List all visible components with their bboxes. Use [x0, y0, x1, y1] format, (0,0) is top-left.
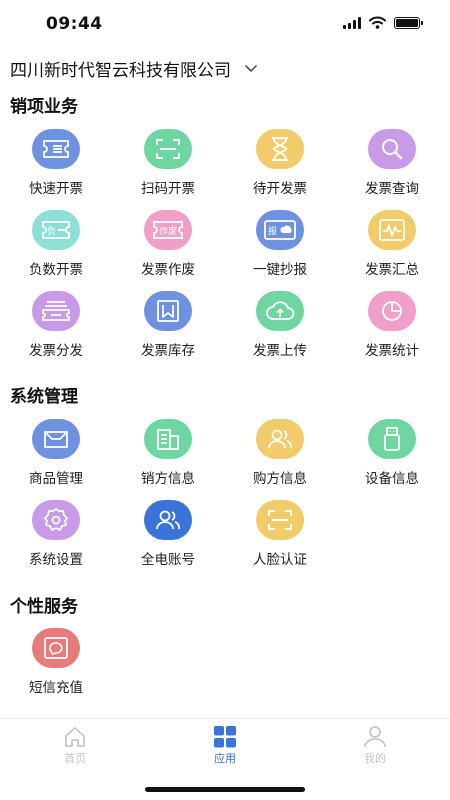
negative-invoice-icon: 负 — [32, 210, 80, 250]
app-item-label: 销方信息 — [141, 471, 195, 487]
app-item-buyer-info[interactable]: 购方信息 — [224, 419, 336, 489]
wifi-icon — [369, 16, 386, 29]
tab-profile[interactable]: 我的 — [335, 726, 415, 770]
profile-icon — [364, 726, 386, 748]
company-selector[interactable]: 四川新时代智云科技有限公司 — [10, 55, 259, 81]
home-icon — [65, 727, 85, 747]
app-item-invoice-summary[interactable]: 发票汇总 — [336, 210, 448, 280]
app-item-invoice-query[interactable]: 发票查询 — [336, 129, 448, 199]
buyers-icon — [256, 419, 304, 459]
app-item-label: 一键抄报 — [253, 262, 307, 278]
status-icons — [343, 16, 423, 29]
tabbar-divider — [0, 718, 450, 719]
status-time: 09:44 — [46, 14, 103, 34]
face-scan-icon — [256, 500, 304, 540]
building-icon — [144, 419, 192, 459]
app-item-label: 发票分发 — [29, 343, 83, 359]
app-item-invoice-statistics[interactable]: 发票统计 — [336, 291, 448, 361]
app-item-label: 发票统计 — [365, 343, 419, 359]
section-title-system: 系统管理 — [10, 387, 78, 407]
app-item-label: 快速开票 — [29, 181, 83, 197]
app-item-void-invoice[interactable]: 作废 发票作废 — [112, 210, 224, 280]
summary-chart-icon — [368, 210, 416, 250]
cellular-signal-icon — [343, 16, 361, 29]
quick-invoice-icon — [32, 129, 80, 169]
accounts-icon — [144, 500, 192, 540]
goods-box-icon — [32, 419, 80, 459]
usb-device-icon — [368, 419, 416, 459]
section-title-sales: 销项业务 — [10, 97, 78, 117]
home-indicator — [145, 787, 305, 792]
app-item-device-info[interactable]: 设备信息 — [336, 419, 448, 489]
app-item-label: 发票作废 — [141, 262, 195, 278]
app-item-invoice-upload[interactable]: 发票上传 — [224, 291, 336, 361]
app-item-goods-management[interactable]: 商品管理 — [0, 419, 112, 489]
section-title-personal: 个性服务 — [10, 597, 78, 617]
app-item-face-verification[interactable]: 人脸认证 — [224, 500, 336, 570]
gear-icon — [32, 500, 80, 540]
svg-text:报: 报 — [268, 225, 277, 237]
app-item-label: 设备信息 — [365, 471, 419, 487]
app-item-label: 发票上传 — [253, 343, 307, 359]
app-item-label: 全电账号 — [141, 552, 195, 568]
app-item-seller-info[interactable]: 销方信息 — [112, 419, 224, 489]
hourglass-icon — [256, 129, 304, 169]
app-item-sms-recharge[interactable]: 短信充值 — [0, 628, 112, 698]
battery-icon — [394, 16, 423, 29]
app-item-label: 商品管理 — [29, 471, 83, 487]
app-item-scan-invoice[interactable]: 扫码开票 — [112, 129, 224, 199]
scan-code-icon — [144, 129, 192, 169]
tab-label: 应用 — [214, 752, 236, 765]
sms-icon — [32, 628, 80, 668]
cloud-upload-icon — [256, 291, 304, 331]
app-item-one-click-report[interactable]: 报 一键抄报 — [224, 210, 336, 280]
app-item-label: 系统设置 — [29, 552, 83, 568]
chevron-down-icon — [243, 60, 259, 76]
svg-text:负: 负 — [47, 225, 56, 237]
app-item-label: 发票查询 — [365, 181, 419, 197]
app-item-label: 人脸认证 — [253, 552, 307, 568]
search-icon — [368, 129, 416, 169]
tab-label: 首页 — [64, 752, 86, 765]
report-upload-icon: 报 — [256, 210, 304, 250]
svg-text:作废: 作废 — [159, 225, 177, 237]
app-item-full-digital-account[interactable]: 全电账号 — [112, 500, 224, 570]
company-name: 四川新时代智云科技有限公司 — [10, 60, 231, 81]
tab-label: 我的 — [364, 752, 386, 765]
app-item-negative-invoice[interactable]: 负 负数开票 — [0, 210, 112, 280]
app-item-label: 短信充值 — [29, 680, 83, 696]
app-item-label: 待开发票 — [253, 181, 307, 197]
void-invoice-icon: 作废 — [144, 210, 192, 250]
app-item-label: 扫码开票 — [141, 181, 195, 197]
app-item-pending-invoice[interactable]: 待开发票 — [224, 129, 336, 199]
app-item-label: 购方信息 — [253, 471, 307, 487]
app-item-label: 发票汇总 — [365, 262, 419, 278]
inventory-icon — [144, 291, 192, 331]
app-item-quick-invoice[interactable]: 快速开票 — [0, 129, 112, 199]
app-item-label: 发票库存 — [141, 343, 195, 359]
pie-chart-icon — [368, 291, 416, 331]
tab-apps[interactable]: 应用 — [185, 726, 265, 770]
app-item-system-settings[interactable]: 系统设置 — [0, 500, 112, 570]
distribute-icon — [32, 291, 80, 331]
app-item-label: 负数开票 — [29, 262, 83, 278]
tab-home[interactable]: 首页 — [35, 726, 115, 770]
app-item-invoice-inventory[interactable]: 发票库存 — [112, 291, 224, 361]
apps-grid-icon — [214, 726, 236, 748]
app-item-invoice-distribute[interactable]: 发票分发 — [0, 291, 112, 361]
status-bar: 09:44 — [0, 0, 450, 48]
